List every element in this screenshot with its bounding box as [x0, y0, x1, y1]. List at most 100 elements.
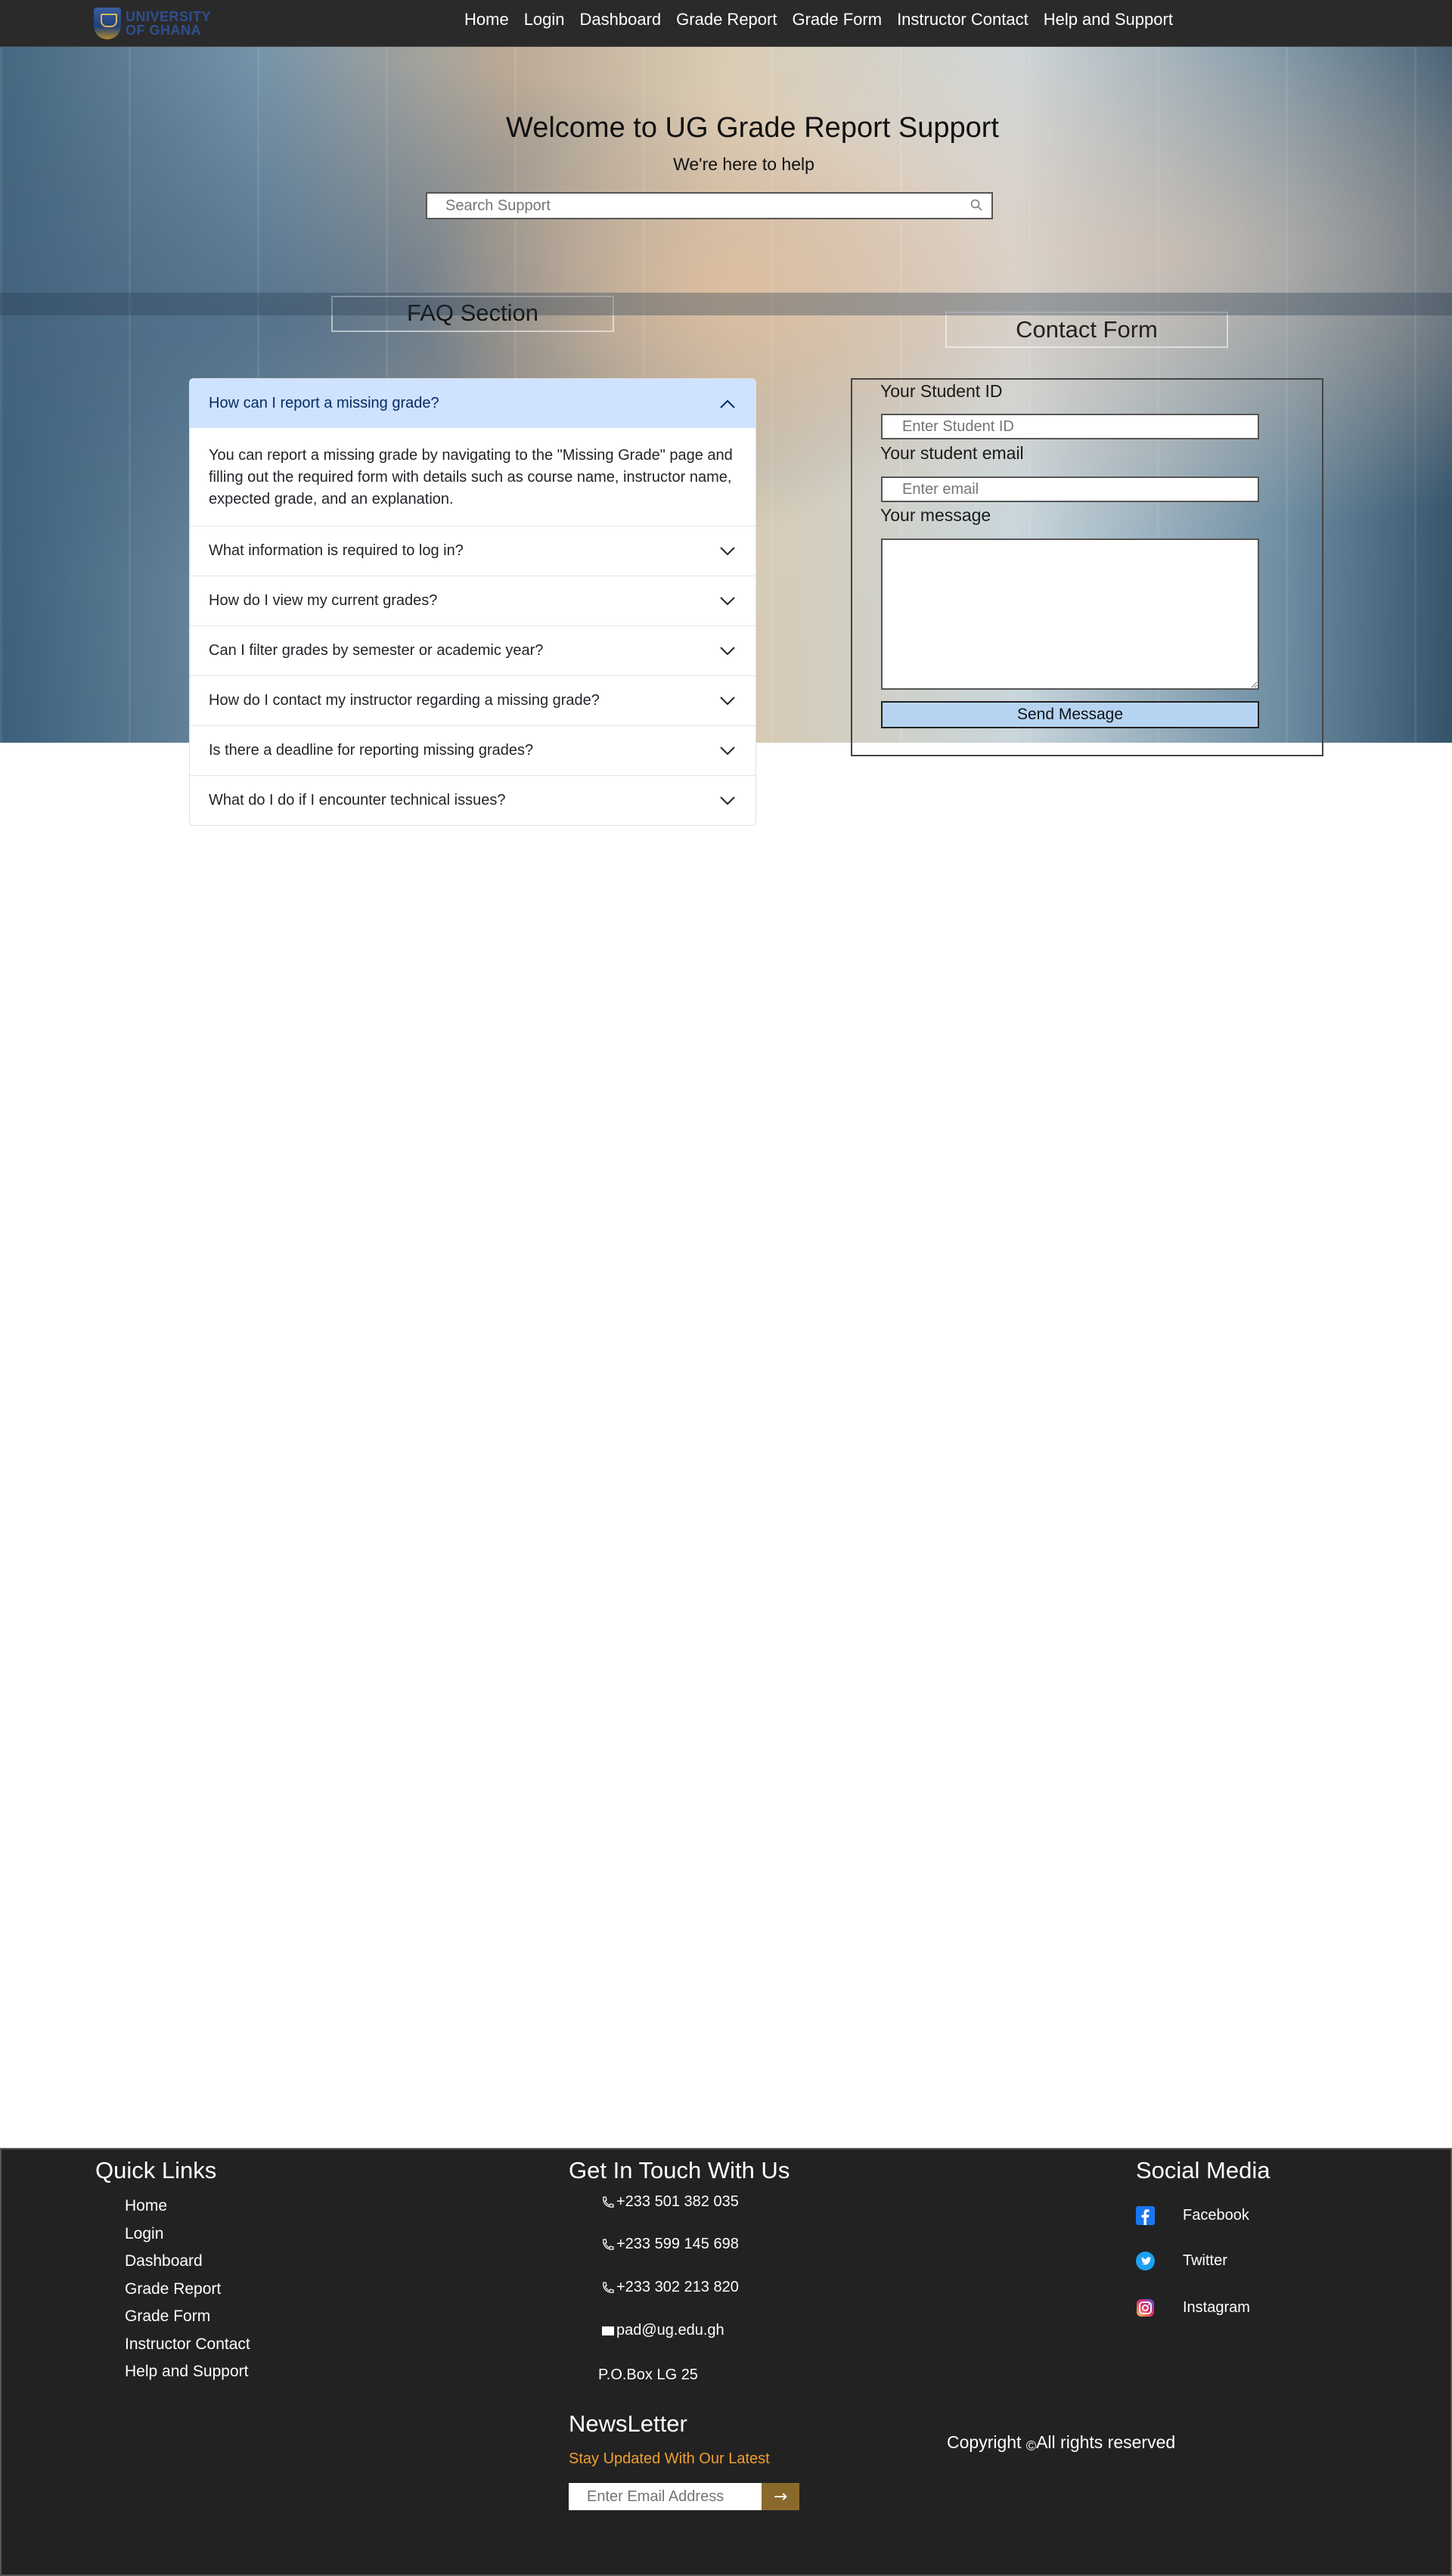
nav-links: Home Login Dashboard Grade Report Grade …: [464, 0, 1188, 39]
search-icon[interactable]: [970, 199, 982, 211]
hero-subtitle: We're here to help: [673, 154, 814, 174]
faq-item: How can I report a missing grade? You ca…: [190, 379, 755, 526]
newsletter-subtitle: Stay Updated With Our Latest: [569, 2450, 770, 2467]
chevron-up-icon: [720, 399, 735, 408]
chevron-down-icon: [720, 546, 735, 555]
social-label: Facebook: [1183, 2207, 1249, 2224]
footer: Quick Links Home Login Dashboard Grade R…: [0, 2148, 1452, 2576]
twitter-icon: [1136, 2252, 1155, 2270]
footer-link-instructor-contact[interactable]: Instructor Contact: [125, 2333, 250, 2361]
phone-number: +233 302 213 820: [616, 2279, 739, 2295]
po-box: P.O.Box LG 25: [598, 2367, 698, 2383]
search-input[interactable]: [445, 194, 960, 218]
phone-line: +233 501 382 035: [601, 2193, 739, 2211]
footer-link-home[interactable]: Home: [125, 2195, 250, 2223]
copyright-prefix: Copyright: [947, 2432, 1022, 2452]
footer-link-grade-report[interactable]: Grade Report: [125, 2278, 250, 2306]
quick-links-list: Home Login Dashboard Grade Report Grade …: [125, 2195, 250, 2388]
university-crest-icon: [94, 8, 121, 39]
phone-line: +233 302 213 820: [601, 2279, 739, 2296]
faq-question-button[interactable]: How can I report a missing grade?: [190, 379, 755, 428]
footer-link-dashboard[interactable]: Dashboard: [125, 2250, 250, 2278]
message-label: Your message: [880, 505, 991, 525]
footer-link-login[interactable]: Login: [125, 2223, 250, 2251]
chevron-down-icon: [720, 646, 735, 655]
logo-text-line1: UNIVERSITY: [126, 9, 212, 24]
newsletter-email-input[interactable]: [569, 2483, 762, 2510]
faq-section-title: FAQ Section: [331, 296, 614, 332]
newsletter-submit-button[interactable]: →: [762, 2483, 799, 2510]
faq-question-text: How do I view my current grades?: [209, 592, 438, 609]
faq-question-button[interactable]: What information is required to log in?: [190, 526, 755, 576]
chevron-down-icon: [720, 746, 735, 755]
faq-question-text: Is there a deadline for reporting missin…: [209, 742, 534, 759]
nav-link-grade-report[interactable]: Grade Report: [676, 10, 777, 29]
student-id-label: Your Student ID: [880, 381, 1003, 401]
faq-item: Is there a deadline for reporting missin…: [190, 726, 755, 776]
nav-link-dashboard[interactable]: Dashboard: [580, 10, 662, 29]
phone-number: +233 599 145 698: [616, 2236, 739, 2252]
chevron-down-icon: [720, 796, 735, 805]
email-line: pad@ug.edu.gh: [601, 2322, 724, 2339]
phone-icon: [603, 2281, 614, 2293]
hero-title: Welcome to UG Grade Report Support: [506, 112, 999, 144]
faq-question-button[interactable]: How do I contact my instructor regarding…: [190, 676, 755, 725]
copyright-text: Copyright ©All rights reserved: [947, 2432, 1175, 2454]
contact-email: pad@ug.edu.gh: [616, 2322, 724, 2339]
faq-question-text: Can I filter grades by semester or acade…: [209, 642, 544, 659]
chevron-down-icon: [720, 696, 735, 705]
search-bar: [426, 192, 993, 219]
contact-form-title: Contact Form: [945, 312, 1228, 348]
nav-link-instructor-contact[interactable]: Instructor Contact: [897, 10, 1028, 29]
nav-link-help-support[interactable]: Help and Support: [1044, 10, 1173, 29]
faq-question-button[interactable]: Is there a deadline for reporting missin…: [190, 726, 755, 775]
phone-line: +233 599 145 698: [601, 2236, 739, 2253]
faq-question-text: What information is required to log in?: [209, 542, 464, 559]
envelope-icon: [602, 2326, 614, 2335]
faq-accordion: How can I report a missing grade? You ca…: [189, 378, 756, 826]
footer-link-help-support[interactable]: Help and Support: [125, 2360, 250, 2388]
get-in-touch-heading: Get In Touch With Us: [569, 2157, 790, 2183]
logo-text-line2: OF GHANA: [126, 23, 201, 38]
faq-question-button[interactable]: How do I view my current grades?: [190, 576, 755, 625]
contact-form: Your Student ID Your student email Your …: [851, 378, 1323, 756]
logo-text: UNIVERSITY OF GHANA: [126, 10, 211, 37]
faq-item: How do I view my current grades?: [190, 576, 755, 626]
faq-item: How do I contact my instructor regarding…: [190, 676, 755, 726]
university-logo[interactable]: UNIVERSITY OF GHANA: [94, 8, 211, 39]
faq-item: Can I filter grades by semester or acade…: [190, 626, 755, 676]
send-message-button[interactable]: Send Message: [881, 701, 1259, 728]
footer-link-grade-form[interactable]: Grade Form: [125, 2305, 250, 2333]
nav-link-home[interactable]: Home: [464, 10, 509, 29]
faq-question-button[interactable]: What do I do if I encounter technical is…: [190, 776, 755, 825]
message-textarea[interactable]: [881, 538, 1259, 690]
student-email-field[interactable]: [881, 476, 1259, 502]
social-link-facebook[interactable]: Facebook: [1136, 2206, 1249, 2225]
copyright-suffix: All rights reserved: [1036, 2432, 1176, 2452]
faq-question-text: What do I do if I encounter technical is…: [209, 792, 506, 808]
facebook-icon: [1136, 2206, 1155, 2225]
phone-icon: [603, 2238, 614, 2250]
social-link-instagram[interactable]: Instagram: [1136, 2298, 1250, 2317]
nav-link-grade-form[interactable]: Grade Form: [792, 10, 882, 29]
faq-answer: You can report a missing grade by naviga…: [209, 447, 733, 507]
social-label: Twitter: [1183, 2252, 1227, 2269]
nav-link-login[interactable]: Login: [524, 10, 565, 29]
instagram-icon: [1137, 2299, 1154, 2317]
faq-question-button[interactable]: Can I filter grades by semester or acade…: [190, 626, 755, 675]
quick-links-heading: Quick Links: [95, 2157, 217, 2183]
newsletter-heading: NewsLetter: [569, 2410, 687, 2437]
social-link-twitter[interactable]: Twitter: [1136, 2252, 1227, 2270]
social-label: Instagram: [1183, 2299, 1250, 2316]
student-id-field[interactable]: [881, 414, 1259, 439]
student-email-label: Your student email: [880, 443, 1024, 463]
faq-question-text: How do I contact my instructor regarding…: [209, 692, 600, 709]
chevron-down-icon: [720, 596, 735, 605]
faq-question-text: How can I report a missing grade?: [209, 395, 439, 411]
faq-item: What information is required to log in?: [190, 526, 755, 576]
social-media-heading: Social Media: [1136, 2157, 1270, 2183]
navbar: UNIVERSITY OF GHANA Home Login Dashboard…: [0, 0, 1452, 47]
copyright-symbol: ©: [1025, 2438, 1037, 2453]
faq-item: What do I do if I encounter technical is…: [190, 776, 755, 825]
phone-number: +233 501 382 035: [616, 2193, 739, 2210]
